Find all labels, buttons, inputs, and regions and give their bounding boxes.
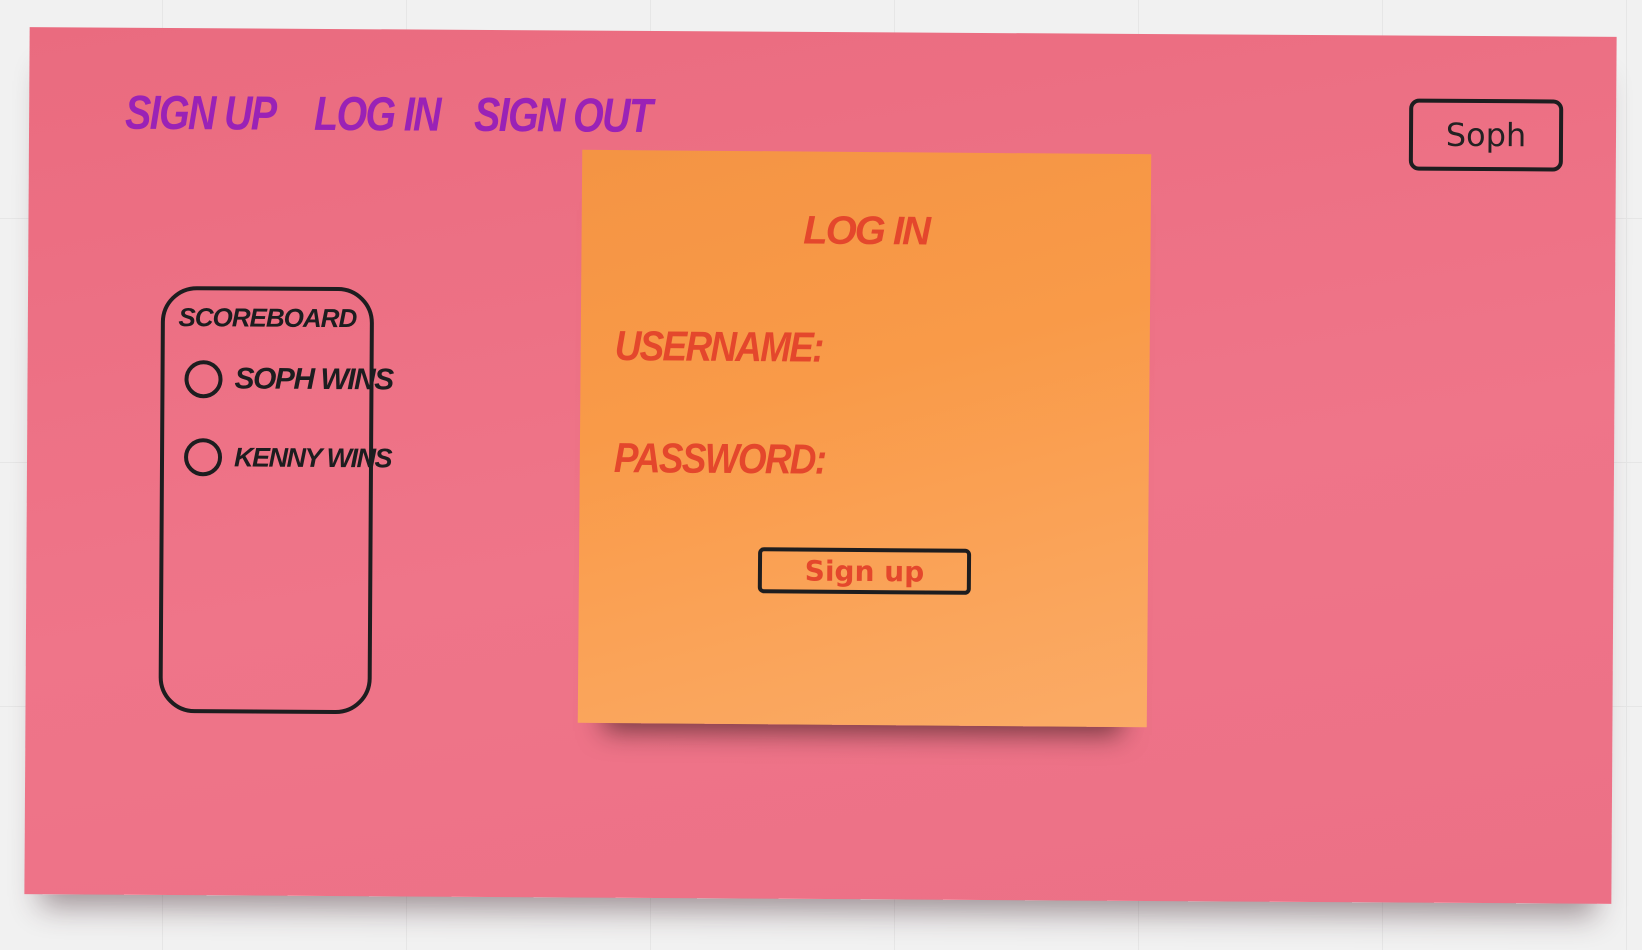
current-user-badge[interactable]: Soph: [1408, 98, 1564, 172]
sign-up-button[interactable]: Sign up: [757, 547, 972, 595]
nav-link-sign-up[interactable]: Sign up: [125, 86, 276, 142]
scoreboard-panel: Scoreboard Soph wins Kenny wins: [158, 285, 393, 715]
scoreboard-title: Scoreboard: [178, 302, 357, 334]
score-label-soph: Soph wins: [234, 362, 393, 397]
username-input[interactable]: [880, 330, 1115, 378]
soph-wins-radio[interactable]: [184, 360, 223, 399]
login-title: Log in: [803, 208, 930, 254]
nav-link-sign-out[interactable]: Sign out: [474, 88, 651, 144]
username-label: Username:: [614, 322, 823, 371]
password-label: Password:: [613, 434, 826, 483]
score-label-kenny: Kenny wins: [233, 441, 392, 473]
score-row-kenny: Kenny wins: [183, 438, 392, 477]
password-input[interactable]: [879, 442, 1114, 490]
score-row-soph: Soph wins: [184, 360, 393, 399]
kenny-wins-radio[interactable]: [183, 438, 223, 477]
login-sticky-note: Log in Username: Password: Sign up: [577, 149, 1152, 728]
top-nav: Sign up Log in Sign out: [125, 86, 666, 144]
nav-link-log-in[interactable]: Log in: [314, 87, 440, 143]
